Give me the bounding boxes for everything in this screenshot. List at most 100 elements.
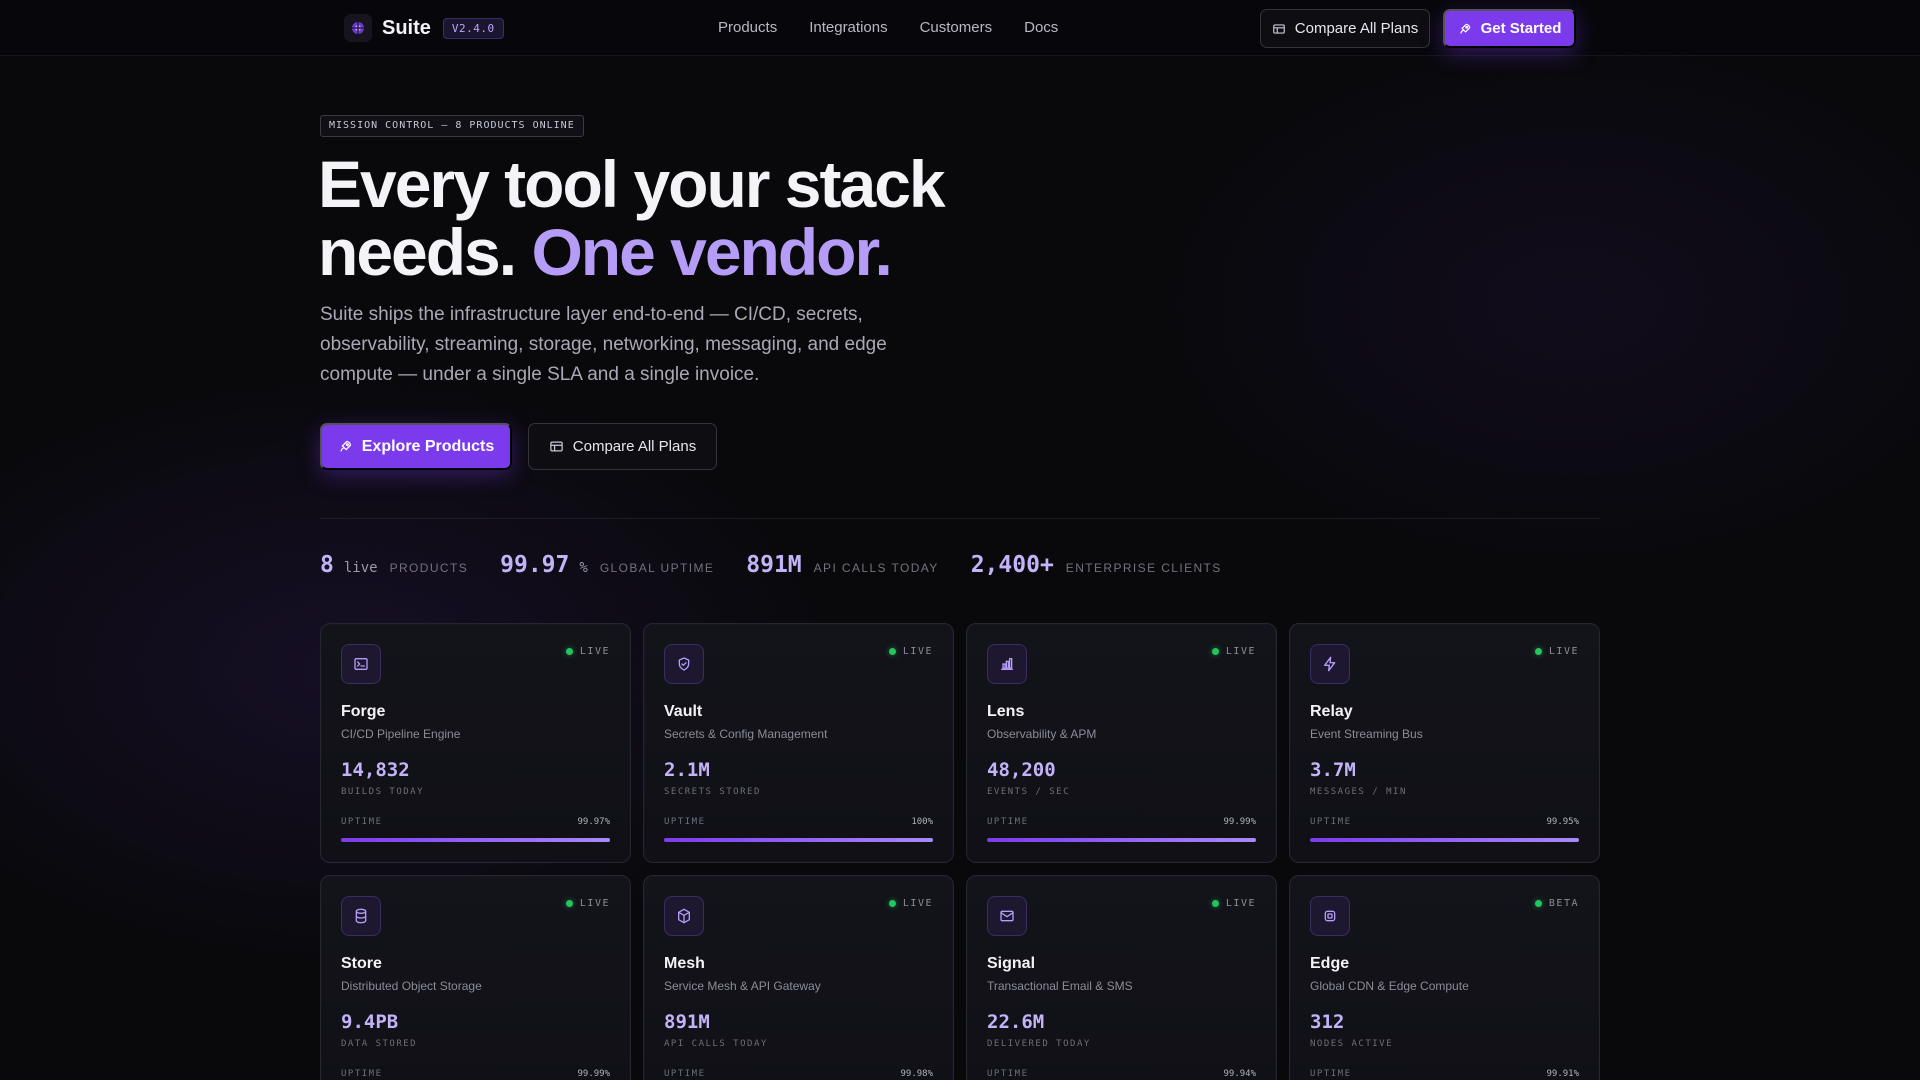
nav-get-started-label: Get Started xyxy=(1480,20,1562,37)
hero-compare-plans-label: Compare All Plans xyxy=(572,438,697,455)
status-badge: LIVE xyxy=(888,646,933,657)
product-metric-label: NODES ACTIVE xyxy=(1310,1039,1394,1049)
product-metric: 9.4PB xyxy=(341,1011,399,1033)
top-nav: Suite V2.4.0 Products Integrations Custo… xyxy=(0,0,1920,56)
nav-compare-plans-label: Compare All Plans xyxy=(1294,20,1419,37)
uptime-value: 99.94% xyxy=(1223,1069,1256,1079)
uptime-label: UPTIME xyxy=(341,1069,383,1079)
status-badge: LIVE xyxy=(565,646,610,657)
stat-enterprise-clients: 2,400+ ENTERPRISE CLIENTS xyxy=(971,552,1222,578)
uptime-label: UPTIME xyxy=(664,817,706,827)
stat-value: 2,400+ xyxy=(970,552,1054,578)
product-metric: 48,200 xyxy=(987,759,1056,781)
stats-row: 8 live PRODUCTS 99.97 % GLOBAL UPTIME 89… xyxy=(320,552,1254,578)
version-badge: V2.4.0 xyxy=(442,17,504,39)
product-card-forge[interactable]: LIVE Forge CI/CD Pipeline Engine 14,832 … xyxy=(320,623,631,863)
status-dot-icon xyxy=(1534,648,1542,655)
product-card-edge[interactable]: BETA Edge Global CDN & Edge Compute 312 … xyxy=(1289,875,1600,1080)
product-name: Relay xyxy=(1310,703,1353,720)
status-dot-icon xyxy=(1211,648,1219,655)
uptime-row: UPTIME 99.94% xyxy=(987,1069,1256,1079)
brand-logo[interactable]: Suite V2.4.0 xyxy=(344,14,504,42)
hero-headline: Every tool your stack needs. One vendor. xyxy=(318,150,1098,286)
nav-link-customers[interactable]: Customers xyxy=(920,19,993,36)
product-name: Signal xyxy=(987,955,1036,972)
product-metric: 14,832 xyxy=(341,759,410,781)
product-description: Secrets & Config Management xyxy=(664,727,828,741)
stat-api-calls: 891M API CALLS TODAY xyxy=(746,552,938,578)
headline-line-1: Every tool your stack xyxy=(318,147,946,221)
uptime-label: UPTIME xyxy=(987,1069,1029,1079)
status-text: BETA xyxy=(1548,898,1579,909)
stat-label: GLOBAL UPTIME xyxy=(599,561,715,575)
uptime-row: UPTIME 99.95% xyxy=(1310,817,1579,827)
uptime-value: 99.99% xyxy=(577,1069,610,1079)
product-metric-label: SECRETS STORED xyxy=(664,787,761,797)
nav-links: Products Integrations Customers Docs xyxy=(718,19,1058,36)
product-card-store[interactable]: LIVE Store Distributed Object Storage 9.… xyxy=(320,875,631,1080)
product-card-vault[interactable]: LIVE Vault Secrets & Config Management 2… xyxy=(643,623,954,863)
nav-compare-plans-button[interactable]: Compare All Plans xyxy=(1260,9,1430,48)
hero-description: Suite ships the infrastructure layer end… xyxy=(320,304,887,385)
product-metric-label: DATA STORED xyxy=(341,1039,418,1049)
table-icon xyxy=(549,439,564,454)
status-badge: LIVE xyxy=(1211,646,1256,657)
uptime-value: 99.99% xyxy=(1223,817,1256,827)
status-dot-icon xyxy=(888,900,896,907)
stat-value: 99.97 xyxy=(500,552,570,578)
uptime-row: UPTIME 99.91% xyxy=(1310,1069,1579,1079)
section-divider xyxy=(320,518,1600,519)
status-badge: LIVE xyxy=(1534,646,1579,657)
lightning-icon xyxy=(1310,644,1350,684)
stat-unit: live xyxy=(343,560,378,576)
uptime-label: UPTIME xyxy=(664,1069,706,1079)
status-dot-icon xyxy=(1211,900,1219,907)
stat-label: ENTERPRISE CLIENTS xyxy=(1065,561,1222,575)
product-description: Global CDN & Edge Compute xyxy=(1310,979,1469,993)
product-description: CI/CD Pipeline Engine xyxy=(341,727,461,741)
explore-products-button[interactable]: Explore Products xyxy=(320,423,512,470)
uptime-row: UPTIME 100% xyxy=(664,817,933,827)
product-description: Service Mesh & API Gateway xyxy=(664,979,821,993)
hero-tag: MISSION CONTROL — 8 PRODUCTS ONLINE xyxy=(320,115,584,137)
product-card-lens[interactable]: LIVE Lens Observability & APM 48,200 EVE… xyxy=(966,623,1277,863)
product-metric-label: BUILDS TODAY xyxy=(341,787,425,797)
product-metric: 3.7M xyxy=(1310,759,1356,781)
product-metric-label: MESSAGES / MIN xyxy=(1310,787,1407,797)
mail-icon xyxy=(987,896,1027,936)
nav-link-docs[interactable]: Docs xyxy=(1024,19,1058,36)
database-icon xyxy=(341,896,381,936)
product-description: Observability & APM xyxy=(987,727,1097,741)
status-text: LIVE xyxy=(579,898,610,909)
nav-get-started-button[interactable]: Get Started xyxy=(1443,9,1576,48)
stat-value: 8 xyxy=(320,552,334,578)
status-text: LIVE xyxy=(1548,646,1579,657)
cube-icon xyxy=(664,896,704,936)
product-name: Store xyxy=(341,955,382,972)
status-badge: BETA xyxy=(1534,898,1579,909)
nav-link-products[interactable]: Products xyxy=(718,19,777,36)
uptime-value: 99.95% xyxy=(1546,817,1579,827)
table-icon xyxy=(1272,22,1286,36)
hero-compare-plans-button[interactable]: Compare All Plans xyxy=(528,423,717,470)
uptime-bar-fill xyxy=(341,838,610,842)
chip-icon xyxy=(1310,896,1350,936)
uptime-bar xyxy=(1310,838,1579,842)
status-text: LIVE xyxy=(1225,898,1256,909)
uptime-label: UPTIME xyxy=(987,817,1029,827)
product-name: Forge xyxy=(341,703,386,720)
product-card-signal[interactable]: LIVE Signal Transactional Email & SMS 22… xyxy=(966,875,1277,1080)
product-card-relay[interactable]: LIVE Relay Event Streaming Bus 3.7M MESS… xyxy=(1289,623,1600,863)
rocket-icon xyxy=(338,439,353,454)
status-text: LIVE xyxy=(902,646,933,657)
uptime-value: 99.91% xyxy=(1546,1069,1579,1079)
uptime-row: UPTIME 99.99% xyxy=(987,817,1256,827)
product-card-mesh[interactable]: LIVE Mesh Service Mesh & API Gateway 891… xyxy=(643,875,954,1080)
product-metric: 2.1M xyxy=(664,759,710,781)
uptime-bar xyxy=(987,838,1256,842)
nav-link-integrations[interactable]: Integrations xyxy=(809,19,887,36)
rocket-icon xyxy=(1458,22,1472,36)
status-text: LIVE xyxy=(579,646,610,657)
stat-unit: % xyxy=(579,560,588,576)
uptime-bar xyxy=(341,838,610,842)
